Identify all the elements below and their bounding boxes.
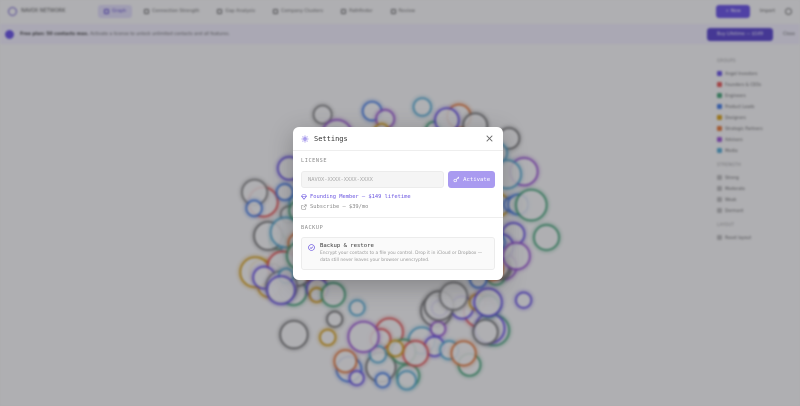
key-icon <box>453 176 460 183</box>
activate-label: Activate <box>463 176 491 183</box>
modal-title: Settings <box>314 134 348 143</box>
backup-restore-card[interactable]: Backup & restore Encrypt your contacts t… <box>301 237 495 271</box>
external-link-icon <box>301 204 307 210</box>
founding-member-text: Founding Member — $149 lifetime <box>310 194 411 200</box>
diamond-icon <box>301 194 307 200</box>
license-key-input[interactable] <box>301 171 445 188</box>
license-label: LICENSE <box>301 158 328 164</box>
modal-header: Settings <box>293 127 503 151</box>
backup-section: BACKUP Backup & restore Encrypt your con… <box>293 218 503 271</box>
close-icon <box>485 135 493 142</box>
close-button[interactable] <box>483 133 495 145</box>
backup-description: Encrypt your contacts to a file you cont… <box>320 251 483 263</box>
backup-label: BACKUP <box>301 225 324 231</box>
backup-text: Backup & restore Encrypt your contacts t… <box>320 243 485 264</box>
founding-member-link[interactable]: Founding Member — $149 lifetime <box>301 194 495 200</box>
settings-modal: Settings LICENSE Activate Founding Membe… <box>293 127 503 280</box>
license-section: LICENSE Activate Founding Member — $149 … <box>293 151 503 210</box>
gear-icon <box>301 135 309 142</box>
backup-title: Backup & restore <box>320 243 374 249</box>
shield-check-icon <box>308 244 315 251</box>
subscribe-text: Subscribe — $39/mo <box>310 204 369 210</box>
activate-button[interactable]: Activate <box>448 171 495 188</box>
license-row: Activate <box>301 171 495 188</box>
subscribe-link[interactable]: Subscribe — $39/mo <box>301 204 495 210</box>
